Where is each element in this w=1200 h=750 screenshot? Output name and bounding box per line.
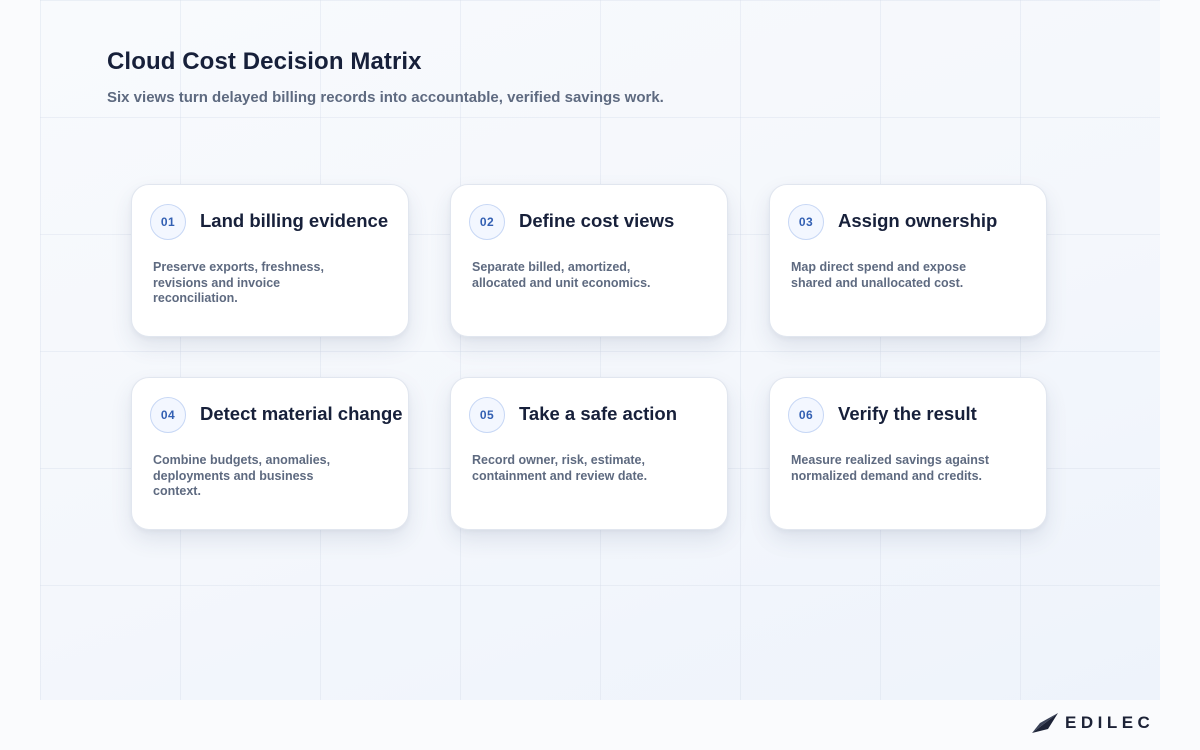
step-title: Take a safe action: [519, 403, 678, 424]
page-subtitle: Six views turn delayed billing records i…: [107, 89, 664, 106]
step-card-land-billing-evidence: 01 Land billing evidence Preserve export…: [131, 184, 409, 337]
step-title: Detect material change: [200, 403, 403, 424]
paper-plane-logo-icon: [1032, 713, 1058, 733]
step-description: Preserve exports, freshness, revisions a…: [153, 260, 324, 305]
step-number-badge: 04: [150, 397, 186, 433]
brand-logo: EDILEC: [1031, 710, 1154, 736]
step-number-badge: 01: [150, 204, 186, 240]
step-card-detect-material-change: 04 Detect material change Combine budget…: [131, 377, 409, 530]
step-description: Combine budgets, anomalies, deployments …: [153, 453, 331, 498]
step-number-badge: 05: [469, 397, 505, 433]
step-title: Assign ownership: [838, 210, 998, 231]
step-card-verify-the-result: 06 Verify the result Measure realized sa…: [769, 377, 1047, 530]
step-title: Define cost views: [519, 210, 675, 231]
step-card-assign-ownership: 03 Assign ownership Map direct spend and…: [769, 184, 1047, 337]
step-title: Land billing evidence: [200, 210, 389, 231]
page-title: Cloud Cost Decision Matrix: [107, 48, 422, 75]
step-number-badge: 02: [469, 204, 505, 240]
step-description: Record owner, risk, estimate, containmen…: [472, 453, 648, 483]
step-description: Separate billed, amortized, allocated an…: [472, 260, 651, 290]
step-card-define-cost-views: 02 Define cost views Separate billed, am…: [450, 184, 728, 337]
step-number-badge: 03: [788, 204, 824, 240]
step-title: Verify the result: [838, 403, 977, 424]
brand-name: EDILEC: [1065, 713, 1155, 732]
step-card-take-a-safe-action: 05 Take a safe action Record owner, risk…: [450, 377, 728, 530]
step-number-badge: 06: [788, 397, 824, 433]
step-description: Map direct spend and expose shared and u…: [791, 260, 967, 290]
step-description: Measure realized savings against normali…: [791, 453, 990, 483]
